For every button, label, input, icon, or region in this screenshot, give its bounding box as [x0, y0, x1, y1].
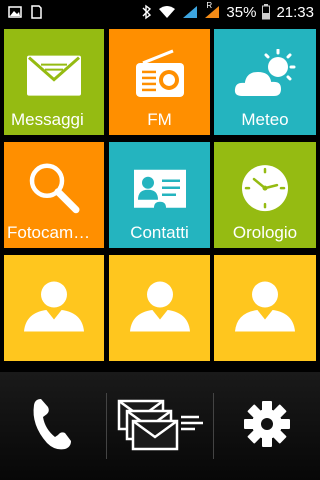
tile-label: Fotocame… — [7, 223, 99, 242]
phone-button[interactable] — [0, 372, 106, 480]
tile-messaggi[interactable]: Messaggi — [4, 29, 104, 135]
tile-label: Meteo — [241, 110, 289, 129]
settings-button[interactable] — [214, 372, 320, 480]
weather-icon — [232, 48, 298, 106]
battery-percent: 35% — [226, 3, 257, 21]
radio-icon — [133, 49, 187, 106]
magnifier-icon — [27, 161, 81, 220]
status-bar: R 35% 21:33 — [0, 0, 320, 24]
tile-meteo[interactable]: Meteo — [214, 29, 316, 135]
person-icon — [128, 278, 192, 339]
signal-icon — [182, 5, 198, 19]
picture-notification-icon — [8, 5, 22, 19]
tile-label: Messaggi — [11, 110, 84, 129]
tile-label: FM — [147, 110, 172, 129]
settings-icon — [242, 399, 292, 454]
tile-label: Orologio — [232, 223, 298, 242]
person-icon — [233, 278, 297, 339]
clock-time: 21:33 — [276, 3, 314, 21]
bluetooth-icon — [142, 4, 152, 20]
tile-label: Contatti — [130, 223, 189, 242]
signal-roaming-icon: R — [204, 1, 220, 19]
tile-fm[interactable]: FM — [109, 29, 210, 135]
tile-orologio[interactable]: Orologio — [214, 142, 316, 248]
bottom-dock — [0, 372, 320, 480]
envelope-icon — [25, 54, 83, 103]
contact-tile-3[interactable] — [214, 255, 316, 361]
wifi-icon — [158, 5, 176, 19]
contact-tile-1[interactable] — [4, 255, 104, 361]
messages-icon — [115, 397, 205, 456]
messages-button[interactable] — [107, 372, 213, 480]
clock-icon — [240, 163, 290, 218]
tile-contatti[interactable]: Contatti — [109, 142, 210, 248]
tile-fotocamera[interactable]: Fotocame… — [4, 142, 104, 248]
person-icon — [22, 278, 86, 339]
phone-icon — [31, 397, 75, 456]
battery-icon — [262, 4, 271, 20]
sd-card-icon — [30, 5, 42, 19]
contact-tile-2[interactable] — [109, 255, 210, 361]
app-grid: Messaggi FM Meteo Fotocame… Contatti Oro… — [0, 24, 320, 364]
roaming-label: R — [206, 1, 213, 10]
contact-card-icon — [132, 168, 188, 215]
